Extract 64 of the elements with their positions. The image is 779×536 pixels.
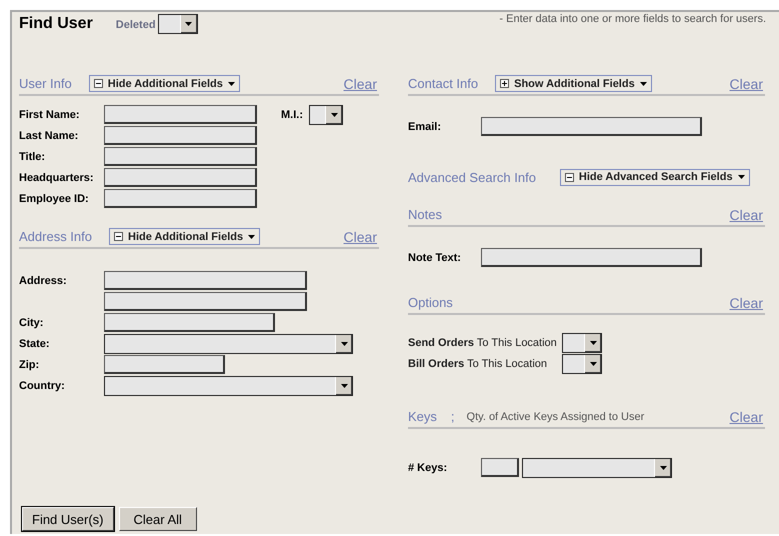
caret-icon <box>248 234 256 238</box>
field-label: # Keys: <box>408 462 448 474</box>
form-button[interactable]: Clear All <box>118 507 197 531</box>
section-title: Notes <box>408 207 442 222</box>
field-label: Zip: <box>19 358 40 370</box>
section-title: Keys <box>408 409 437 424</box>
input-field[interactable] <box>104 105 257 124</box>
field-label: Note Text: <box>408 252 462 264</box>
dropdown[interactable] <box>522 458 672 478</box>
section-title: Contact Info <box>408 76 478 91</box>
input-field[interactable] <box>104 168 257 187</box>
caret-icon <box>738 175 745 179</box>
input-field[interactable] <box>104 355 225 374</box>
field-label: Country: <box>19 380 66 392</box>
field-label: Email: <box>408 120 442 132</box>
dropdown[interactable] <box>104 334 353 354</box>
form-button[interactable]: Find User(s) <box>22 507 114 531</box>
input-field[interactable] <box>104 147 257 166</box>
section-title: Address Info <box>19 229 92 244</box>
caret-icon <box>330 112 338 116</box>
keys-count-field[interactable] <box>481 458 519 477</box>
caret-icon <box>228 82 235 86</box>
field-label: Employee ID: <box>19 192 90 204</box>
deleted-label: Deleted <box>116 19 156 31</box>
toggle-fields-button[interactable]: Hide Additional Fields <box>88 75 240 92</box>
section-subtitle: Qty. of Active Keys Assigned to User <box>466 410 644 422</box>
separator-text: ; <box>450 409 455 424</box>
input-field[interactable] <box>104 292 307 311</box>
section-title: User Info <box>19 76 72 91</box>
deleted-dropdown[interactable] <box>158 14 198 34</box>
input-field[interactable] <box>104 189 257 208</box>
field-label: State: <box>19 338 51 350</box>
field-label: Last Name: <box>19 130 80 142</box>
input-field[interactable] <box>481 248 702 267</box>
section-title: Advanced Search Info <box>408 170 536 184</box>
dropdown[interactable] <box>104 376 353 396</box>
field-label: Title: <box>19 150 46 162</box>
caret-icon <box>640 82 647 86</box>
field-label: City: <box>19 316 44 328</box>
input-field[interactable] <box>104 126 257 145</box>
toggle-fields-button[interactable]: Show Additional Fields <box>495 75 652 92</box>
caret-icon <box>340 342 348 346</box>
hint-text: - Enter data into one or more fields to search for users. <box>499 13 766 25</box>
field-label: First Name: <box>19 108 81 120</box>
caret-icon <box>185 22 192 26</box>
toggle-fields-button[interactable]: Hide Additional Fields <box>109 228 260 245</box>
caret-icon <box>590 362 596 366</box>
field-label: Headquarters: <box>19 172 95 184</box>
dropdown[interactable] <box>309 104 343 124</box>
input-field[interactable] <box>104 271 307 290</box>
input-field[interactable] <box>481 117 702 136</box>
field-label: Send Orders To This Location <box>408 336 558 348</box>
section-title: Options <box>408 295 453 310</box>
input-field[interactable] <box>104 313 275 332</box>
field-label: Bill Orders To This Location <box>408 358 548 370</box>
caret-icon <box>660 466 666 470</box>
field-label: Address: <box>19 274 68 286</box>
field-label: M.I.: <box>281 108 303 120</box>
page-title: Find User <box>19 15 93 33</box>
caret-icon <box>340 384 348 388</box>
toggle-fields-button[interactable]: Hide Advanced Search Fields <box>560 168 750 186</box>
dropdown[interactable] <box>562 354 602 374</box>
caret-icon <box>590 340 596 344</box>
dropdown[interactable] <box>562 332 602 352</box>
